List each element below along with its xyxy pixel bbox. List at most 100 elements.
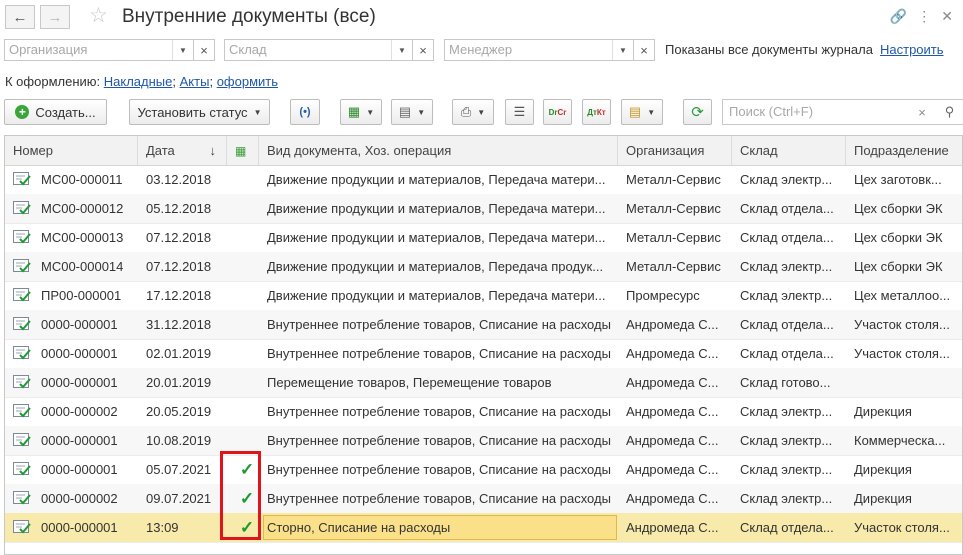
table-row[interactable]: 0000-000001 02.01.2019 Внутреннее потребле… [5,339,962,369]
cell-dept[interactable]: Участок столя... [846,310,962,339]
cell-dept[interactable]: Участок столя... [846,513,962,542]
cell-wh[interactable]: Склад электр... [732,252,846,281]
create-button[interactable]: + Создать... [4,99,107,125]
table-row[interactable]: МС00-000012 05.12.2018 Движение продукции … [5,194,962,224]
cell-date[interactable]: 05.07.2021 [138,455,227,484]
cell-org[interactable]: Металл-Сервис [618,165,732,194]
refresh-button[interactable]: ⟳ [683,99,712,125]
cell-dept[interactable]: Дирекция [846,455,962,484]
column-warehouse[interactable]: Склад [732,136,846,165]
manager-filter[interactable]: Менеджер ▼ × [444,39,655,61]
cell-org[interactable]: Андромеда С... [618,310,732,339]
column-organization[interactable]: Организация [618,136,732,165]
cell-type[interactable]: Внутреннее потребление товаров, Списание… [259,455,618,484]
cell-number[interactable]: 0000-000001 [33,426,138,455]
table-row[interactable]: 0000-000001 05.07.2021 Внутреннее потребле… [5,455,962,485]
organization-input[interactable]: Организация [5,40,172,60]
cell-type[interactable]: Внутреннее потребление товаров, Списание… [259,339,618,368]
cell-org[interactable]: Андромеда С... [618,426,732,455]
cell-wh[interactable]: Склад электр... [732,165,846,194]
cell-wh[interactable]: Склад отдела... [732,194,846,223]
cell-wh[interactable]: Склад электр... [732,281,846,310]
cell-org[interactable]: Металл-Сервис [618,252,732,281]
cell-type[interactable]: Движение продукции и материалов, Передач… [259,165,618,194]
todo-link-invoices[interactable]: Накладные [104,74,173,89]
cell-type[interactable]: Движение продукции и материалов, Передач… [259,252,618,281]
cell-dept[interactable]: Цех сборки ЭК [846,223,962,252]
cell-org[interactable]: Андромеда С... [618,397,732,426]
dt-kt-ru-button[interactable]: ДтКт [582,99,611,125]
cell-number[interactable]: 0000-000001 [33,339,138,368]
cell-dept[interactable]: Участок столя... [846,339,962,368]
cell-date[interactable]: 07.12.2018 [138,223,227,252]
cell-dept[interactable]: Дирекция [846,484,962,513]
cell-wh[interactable]: Склад отдела... [732,223,846,252]
dt-kt-button[interactable]: DrCr [543,99,572,125]
cell-wh[interactable]: Склад электр... [732,455,846,484]
clear-icon[interactable]: × [193,40,214,60]
cell-number[interactable]: МС00-000013 [33,223,138,252]
cell-type[interactable]: Движение продукции и материалов, Передач… [259,223,618,252]
cell-org[interactable]: Андромеда С... [618,513,732,542]
create-based-on-button[interactable]: ▦ ▼ [340,99,382,125]
cell-date[interactable]: 05.12.2018 [138,194,227,223]
set-status-button[interactable]: Установить статус ▼ [129,99,270,125]
forward-button[interactable]: → [40,5,70,29]
organization-filter[interactable]: Организация ▼ × [4,39,215,61]
cell-wh[interactable]: Склад отдела... [732,339,846,368]
table-row[interactable]: 0000-000002 09.07.2021 Внутреннее потребле… [5,484,962,514]
cell-dept[interactable] [846,368,962,397]
link-icon[interactable]: 🔗 [890,8,907,25]
table-row[interactable]: МС00-000014 07.12.2018 Движение продукции … [5,252,962,282]
cell-type[interactable]: Внутреннее потребление товаров, Списание… [259,426,618,455]
table-row[interactable]: 0000-000002 20.05.2019 Внутреннее потребле… [5,397,962,427]
cell-number[interactable]: 0000-000001 [33,455,138,484]
column-attachment[interactable]: ▦ [227,136,259,165]
cell-date[interactable]: 03.12.2018 [138,165,227,194]
table-row[interactable]: МС00-000011 03.12.2018 Движение продукции … [5,165,962,195]
cell-type[interactable]: Внутреннее потребление товаров, Списание… [259,397,618,426]
print-button[interactable]: ⎙ ▼ [452,99,494,125]
warehouse-input[interactable]: Склад [225,40,391,60]
cell-wh[interactable]: Склад отдела... [732,513,846,542]
cell-wh[interactable]: Склад электр... [732,426,846,455]
cell-date[interactable]: 20.05.2019 [138,397,227,426]
cell-type[interactable]: Перемещение товаров, Перемещение товаров [259,368,618,397]
table-row[interactable]: МС00-000013 07.12.2018 Движение продукции … [5,223,962,253]
table-row[interactable]: 0000-000001 20.01.2019 Перемещение товаров… [5,368,962,398]
close-icon[interactable]: ✕ [941,8,953,25]
cell-wh[interactable]: Склад электр... [732,397,846,426]
cell-date[interactable]: 07.12.2018 [138,252,227,281]
cell-type[interactable]: Сторно, Списание на расходы [259,513,618,542]
cell-number[interactable]: 0000-000002 [33,397,138,426]
cell-type[interactable]: Движение продукции и материалов, Передач… [259,281,618,310]
register-button[interactable]: ☰ [505,99,534,125]
cell-org[interactable]: Металл-Сервис [618,194,732,223]
cell-number[interactable]: МС00-000011 [33,165,138,194]
cell-number[interactable]: 0000-000002 [33,484,138,513]
cell-number[interactable]: МС00-000014 [33,252,138,281]
cell-date[interactable]: 13:09 [138,513,227,542]
cell-number[interactable]: 0000-000001 [33,310,138,339]
table-row[interactable]: 0000-000001 31.12.2018 Внутреннее потребле… [5,310,962,340]
cell-date[interactable]: 02.01.2019 [138,339,227,368]
column-department[interactable]: Подразделение [846,136,962,165]
cell-number[interactable]: 0000-000001 [33,513,138,542]
cell-org[interactable]: Андромеда С... [618,368,732,397]
cell-dept[interactable]: Цех металлоо... [846,281,962,310]
cell-org[interactable]: Андромеда С... [618,484,732,513]
cell-dept[interactable]: Коммерческа... [846,426,962,455]
cell-dept[interactable]: Цех сборки ЭК [846,194,962,223]
exchange-button[interactable]: (•) [290,99,320,125]
cell-wh[interactable]: Склад электр... [732,484,846,513]
column-doc-type[interactable]: Вид документа, Хоз. операция [259,136,618,165]
cell-number[interactable]: МС00-000012 [33,194,138,223]
table-row[interactable]: ПР00-000001 17.12.2018 Движение продукции … [5,281,962,311]
clear-icon[interactable]: × [412,40,433,60]
cell-dept[interactable]: Дирекция [846,397,962,426]
cell-dept[interactable]: Цех сборки ЭК [846,252,962,281]
cell-date[interactable]: 10.08.2019 [138,426,227,455]
cell-date[interactable]: 31.12.2018 [138,310,227,339]
cell-type[interactable]: Внутреннее потребление товаров, Списание… [259,484,618,513]
cell-dept[interactable]: Цех заготовк... [846,165,962,194]
